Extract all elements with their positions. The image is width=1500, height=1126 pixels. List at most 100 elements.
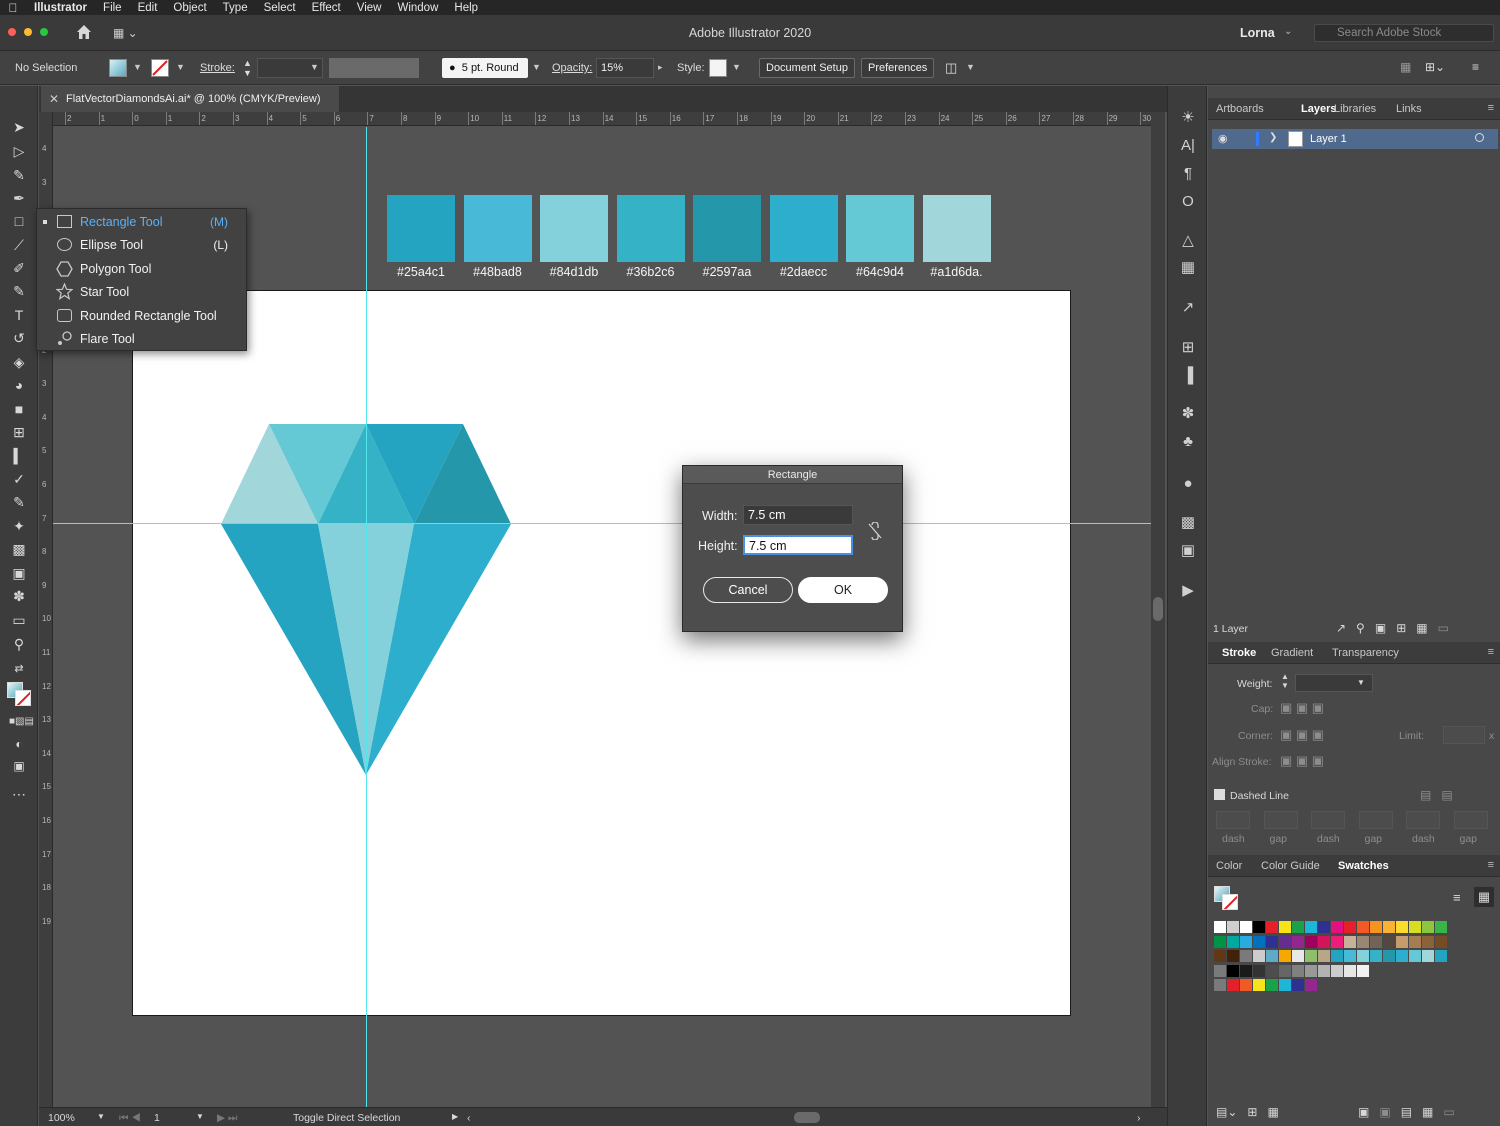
brushes-icon[interactable]: ✽ (1178, 404, 1198, 424)
swatch-cell[interactable] (1214, 921, 1226, 933)
swatch-cell[interactable] (1227, 964, 1239, 977)
opacity-label[interactable]: Opacity: (552, 62, 592, 74)
tab-layers[interactable]: Layers (1301, 103, 1336, 115)
live-paint-icon[interactable]: ▩ (9, 539, 29, 559)
shape-builder-icon[interactable]: ⊞ (9, 422, 29, 442)
scroll-right-icon[interactable]: › (1137, 1112, 1141, 1124)
menu-edit[interactable]: Edit (130, 2, 166, 14)
swatch-cell[interactable] (1305, 935, 1317, 948)
panel-menu-icon[interactable]: ≡ (1488, 102, 1494, 114)
menu-help[interactable]: Help (446, 2, 486, 14)
swatch-cell[interactable] (1214, 964, 1226, 977)
menu-window[interactable]: Window (389, 2, 446, 14)
swatch-cell[interactable] (1214, 935, 1226, 948)
document-tab[interactable]: ✕ FlatVectorDiamondsAi.ai* @ 100% (CMYK/… (41, 86, 339, 112)
line-tool-icon[interactable]: ⟋ (9, 235, 29, 255)
graphic-style-swatch[interactable] (709, 59, 727, 77)
swatch-cell[interactable] (1357, 964, 1369, 977)
swatch-cell[interactable] (1435, 935, 1447, 948)
chevron-right-icon[interactable]: ▶ (452, 1112, 458, 1121)
chevron-down-icon[interactable]: ▼ (532, 62, 541, 72)
width-input[interactable]: 7.5 cm (743, 505, 853, 525)
grid-view-icon[interactable]: ▦ (1474, 887, 1494, 907)
close-window-button[interactable] (8, 28, 16, 36)
swatch-cell[interactable] (1357, 921, 1369, 933)
swatch-cell[interactable] (1396, 921, 1408, 933)
swatch-cell[interactable] (1305, 921, 1317, 933)
layer-name[interactable]: Layer 1 (1310, 133, 1347, 145)
swatch-cell[interactable] (1383, 921, 1395, 933)
menu-app[interactable]: Illustrator (26, 2, 95, 14)
dash-gap-field[interactable] (1263, 811, 1298, 829)
swatch-cell[interactable] (1292, 964, 1304, 977)
swatch-cell[interactable] (1214, 950, 1226, 962)
dash-gap-field[interactable] (1406, 811, 1440, 829)
stroke-swatch[interactable] (151, 59, 169, 77)
vertical-scrollbar[interactable] (1151, 112, 1165, 1107)
artboard-tool-icon[interactable]: ▣ (9, 563, 29, 583)
tab-libraries[interactable]: Libraries (1334, 103, 1376, 115)
blend-tool-icon[interactable]: ✎ (9, 492, 29, 512)
graph-tool-icon[interactable]: ▍ (9, 446, 29, 466)
chevron-down-icon[interactable]: ▼ (966, 62, 975, 72)
preferences-button[interactable]: Preferences (861, 58, 935, 78)
first-artboard-icon[interactable]: ⏮ ◀ (119, 1112, 141, 1125)
swatch-cell[interactable] (1240, 979, 1252, 991)
swatch-cell[interactable] (1331, 964, 1343, 977)
swatch-cell[interactable] (1305, 964, 1317, 977)
swatch-cell[interactable] (1253, 935, 1265, 948)
chevron-down-icon[interactable]: ▼ (732, 62, 741, 72)
opacity-field[interactable]: 15% (596, 58, 654, 78)
cap-buttons[interactable]: ▣ ▣ ▣ (1280, 700, 1324, 716)
swatch-cell[interactable] (1409, 935, 1421, 948)
slice-tool-icon[interactable]: ✽ (9, 586, 29, 606)
swatch-cell[interactable] (1305, 979, 1317, 991)
zoom-window-button[interactable] (40, 28, 48, 36)
menu-select[interactable]: Select (256, 2, 304, 14)
draw-mode-icon[interactable]: ◐ (9, 734, 29, 754)
flyout-rounded-rectangle-tool[interactable]: Rounded Rectangle Tool (37, 304, 246, 327)
swatch-footer-icons-right[interactable]: ▣ ▣ ▤ ▦ ▭ (1358, 1105, 1455, 1119)
swatch-cell[interactable] (1331, 935, 1343, 948)
expand-chevron-icon[interactable]: ❯ (1269, 132, 1277, 143)
horizontal-ruler[interactable]: 2 1 0 1 2 3 4 5 6 7 8 9 10 11 12 13 14 15 16 17 18 19 20 21 22 23… (53, 112, 1151, 126)
chevron-down-icon[interactable]: ▼ (176, 62, 185, 72)
list-view-icon[interactable]: ≡ (1453, 890, 1461, 905)
swatch-cell[interactable] (1279, 950, 1291, 962)
stroke-color-icon[interactable] (15, 690, 31, 706)
swatch-cell[interactable] (1422, 921, 1434, 933)
weight-stepper-icon[interactable]: ▲ ▼ (1281, 672, 1289, 690)
swatch-cell[interactable] (1435, 950, 1447, 962)
swatch-cell[interactable] (1318, 921, 1330, 933)
paintbrush-tool-icon[interactable]: ✐ (9, 258, 29, 278)
symbols-icon[interactable]: ♣ (1178, 432, 1198, 452)
limit-field[interactable] (1443, 726, 1485, 744)
swatch-cell[interactable] (1383, 935, 1395, 948)
home-icon[interactable] (75, 23, 93, 41)
layer-row[interactable]: ◉ ❯ Layer 1 (1212, 129, 1498, 149)
swatch-cell[interactable] (1357, 935, 1369, 948)
align-icon[interactable]: ▦ (1400, 60, 1411, 74)
swatch-cell[interactable] (1292, 979, 1304, 991)
fill-swatch[interactable] (109, 59, 127, 77)
opentype-icon[interactable]: O (1178, 192, 1198, 212)
menu-type[interactable]: Type (215, 2, 256, 14)
actions-play-icon[interactable]: ▶ (1178, 581, 1198, 601)
scrollbar-thumb[interactable] (1153, 597, 1163, 621)
document-setup-button[interactable]: Document Setup (759, 58, 855, 78)
stepper-icon[interactable]: ▲ ▼ (243, 58, 252, 78)
rectangle-tool-icon[interactable]: □ (9, 211, 29, 231)
color-mode-icon[interactable]: ■▧▤ (9, 712, 34, 732)
character-icon[interactable]: A| (1178, 136, 1198, 156)
zoom-tool-icon[interactable]: ⚲ (9, 634, 29, 654)
swatch-cell[interactable] (1370, 935, 1382, 948)
tab-gradient[interactable]: Gradient (1271, 647, 1313, 659)
cancel-button[interactable]: Cancel (703, 577, 793, 603)
target-circle-icon[interactable] (1475, 133, 1484, 142)
magic-wand-icon[interactable]: ✎ (9, 165, 29, 185)
screen-mode-icon[interactable]: ▣ (9, 756, 29, 776)
swatch-cell[interactable] (1266, 979, 1278, 991)
color-icon[interactable]: ☀ (1178, 108, 1198, 128)
swatch-cell[interactable] (1292, 950, 1304, 962)
tab-swatches[interactable]: Swatches (1338, 860, 1389, 872)
